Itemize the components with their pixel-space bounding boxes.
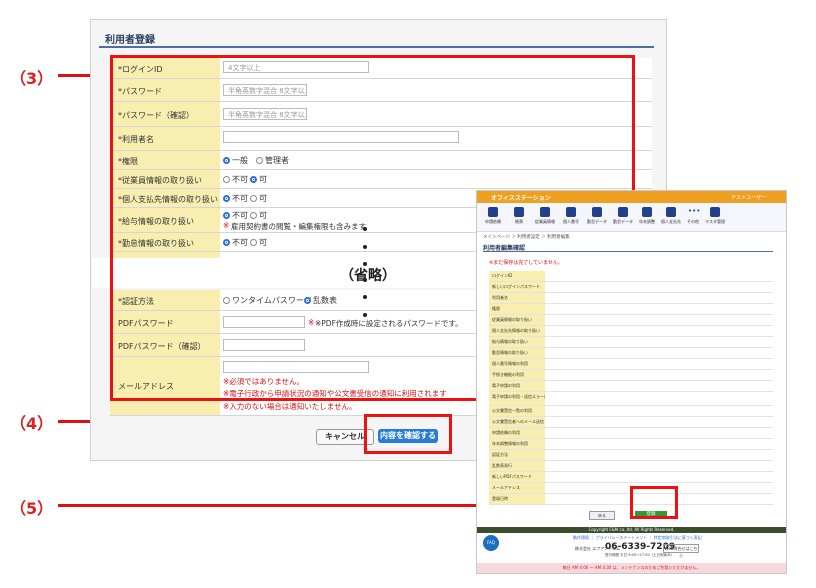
highlight-box-4	[364, 414, 452, 454]
callout-3: （3）	[10, 69, 54, 88]
nav-icon	[592, 207, 602, 217]
nav-icon	[666, 207, 676, 217]
s2-nav-item[interactable]: マスタ管理	[705, 207, 725, 225]
form-title-bar: 利用者登録	[99, 28, 654, 48]
s2-nav-item[interactable]: 勤怠データ	[587, 207, 607, 225]
s2-nav-item[interactable]: 個人支払先	[661, 207, 681, 225]
s2-maintenance-note: 毎日 AM 4:00 〜 AM 4:30 は、メンテナンスのためご利用いただけま…	[477, 563, 786, 573]
s2-back-button[interactable]: 戻る	[589, 511, 615, 520]
s2-warning: ※まだ保存は完了していません。	[489, 260, 563, 266]
s2-faq-logo: FAQ	[483, 535, 499, 551]
s2-brand: オフィスステーション	[491, 195, 551, 202]
nav-icon	[566, 207, 576, 217]
s2-row: 給与情報の取り扱い	[489, 337, 773, 348]
s2-header-bar: オフィスステーション テストユーザー	[477, 191, 786, 203]
more-icon: •••	[688, 207, 701, 215]
s2-title: 利用者編集確認	[483, 243, 773, 252]
s2-row: 個人番号情報の利用	[489, 359, 773, 370]
s2-row: 年末調整情報の利用	[489, 439, 773, 450]
s2-nav-item[interactable]: 申請依頼	[483, 207, 503, 225]
s2-row: 認証方法	[489, 450, 773, 461]
s2-row: 電子申請の利用	[489, 381, 773, 392]
s2-row: 個人支払先情報の取り扱い	[489, 326, 773, 337]
nav-icon	[618, 207, 628, 217]
s2-web-contact[interactable]: Web問合せはこちら	[663, 544, 699, 558]
s2-row: 新しいログインパスワード	[489, 282, 773, 293]
s2-row: 従業員情報の取り扱い	[489, 315, 773, 326]
s2-nav-item[interactable]: 勤怠データ	[613, 207, 633, 225]
callout-5: （5）	[10, 499, 54, 518]
nav-icon	[488, 207, 498, 217]
s2-nav-item[interactable]: 個人番号	[561, 207, 581, 225]
s2-hours: 受付時間 平日 9:00〜17:00（土日祝休み）	[605, 553, 675, 557]
s2-row: 乱数表発行	[489, 461, 773, 472]
s2-row: 新しいPDFパスワード	[489, 472, 773, 483]
callout-4: （4）	[10, 414, 54, 433]
s2-row: ログインID	[489, 271, 773, 282]
s2-footer: FAQ 動作環境 ｜ プライバシーステートメント ｜ 特定商取引法に基づく表記 …	[477, 533, 786, 563]
s2-footer-links[interactable]: 動作環境 ｜ プライバシーステートメント ｜ 特定商取引法に基づく表記	[573, 535, 702, 541]
email-note-3: ※入力のない場合は通知いたしません。	[223, 402, 357, 411]
s2-row: 利用者名	[489, 293, 773, 304]
gear-icon	[710, 207, 720, 217]
nav-icon	[642, 207, 652, 217]
s2-row: 公文書受信一覧の利用	[489, 406, 773, 417]
s2-row: 公文書受信者へのメール送信	[489, 417, 773, 428]
s2-row: 勤怠情報の取り扱い	[489, 348, 773, 359]
s2-row: 申請依頼の利用	[489, 428, 773, 439]
s2-row: 手続き機能の利用	[489, 370, 773, 381]
s2-nav-item[interactable]: 帳票	[509, 207, 529, 225]
s2-row: 電子申請の利用・送信エラー選択	[489, 392, 773, 406]
s2-breadcrumb: メインページ ＞ 利用者設定 ＞ 利用者編集	[483, 235, 570, 240]
s2-user: テストユーザー	[731, 195, 766, 201]
s2-nav-item[interactable]: ••• その他	[683, 207, 703, 225]
s2-row: 権限	[489, 304, 773, 315]
nav-icon	[514, 207, 524, 217]
highlight-box-5	[630, 486, 678, 519]
s2-nav-item[interactable]: 従業員情報	[535, 207, 555, 225]
form-title: 利用者登録	[105, 35, 155, 46]
s2-nav-item[interactable]: 年末調整	[637, 207, 657, 225]
s2-nav: 申請依頼 帳票 従業員情報 個人番号 勤怠データ 勤怠データ 年末調整 個人支払…	[477, 203, 786, 232]
nav-icon	[540, 207, 550, 217]
